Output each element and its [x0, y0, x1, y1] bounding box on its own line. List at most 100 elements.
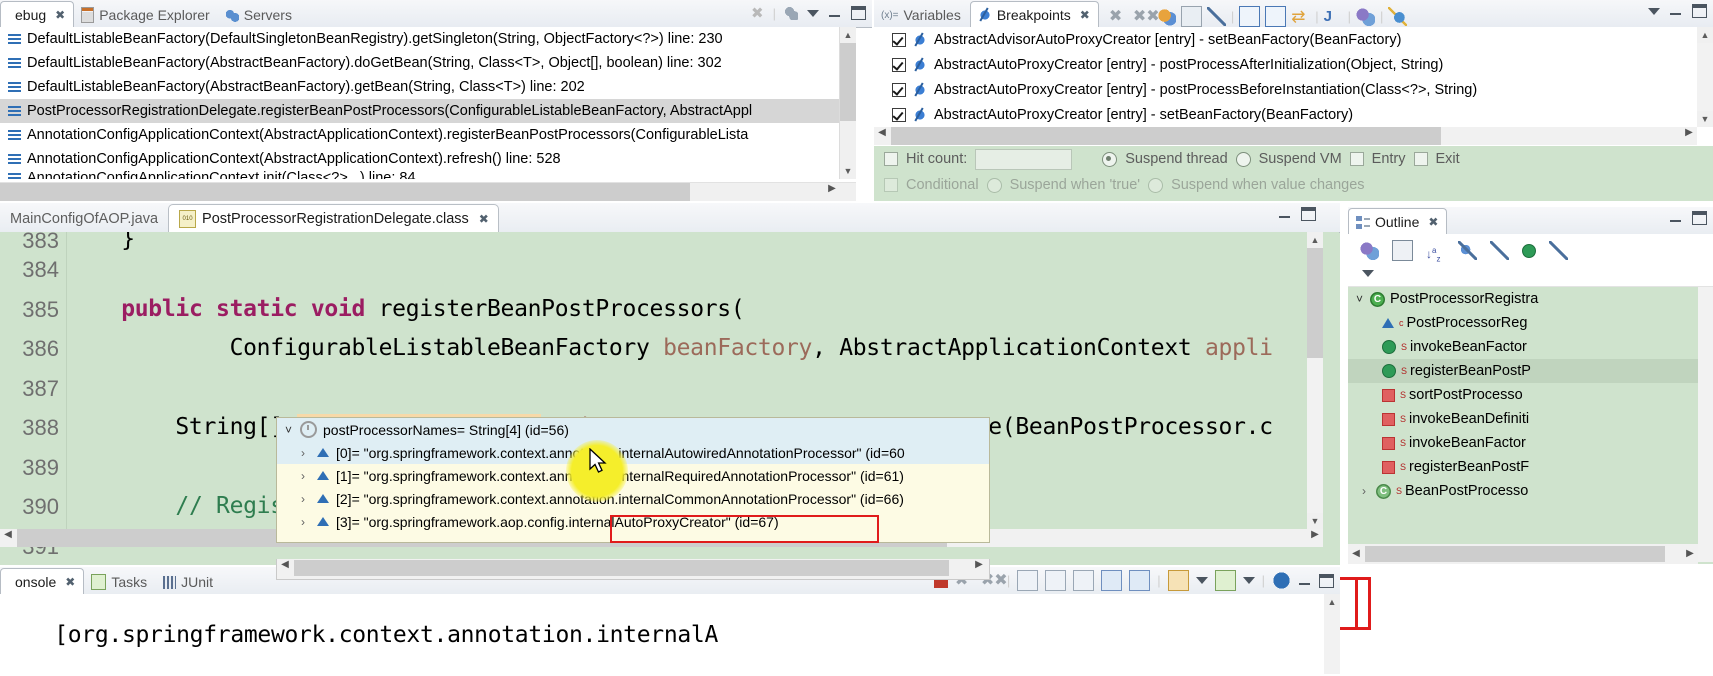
maximize-icon[interactable] [1301, 207, 1316, 221]
console-output[interactable]: [org.springframework.context.annotation.… [0, 594, 1340, 676]
stack-frame-row[interactable]: AnnotationConfigApplicationContext(Abstr… [0, 147, 856, 171]
stack-frame-row[interactable]: DefaultListableBeanFactory(AbstractBeanF… [0, 75, 856, 99]
minimize-icon[interactable] [1669, 5, 1683, 17]
exit-checkbox[interactable] [1413, 152, 1428, 166]
outline-item-method[interactable]: S sortPostProcesso [1348, 383, 1698, 407]
scroll-down-icon[interactable]: ▼ [1697, 111, 1713, 127]
minimize-icon[interactable] [828, 7, 842, 19]
view-menu-extra-icon[interactable] [785, 6, 798, 20]
breakpoints-horizontal-scrollbar[interactable]: ◀ ▶ [874, 127, 1697, 145]
breakpoint-row[interactable]: AbstractAutoProxyCreator [entry] - postP… [874, 52, 1697, 77]
outline-item-method[interactable]: S invokeBeanDefiniti [1348, 407, 1698, 431]
scrollbar-thumb[interactable] [840, 43, 856, 121]
stack-frame-row[interactable]: AnnotationConfigApplicationContext.init(… [0, 171, 856, 179]
tab-junit[interactable]: JUnit [156, 570, 222, 594]
focus-on-active-task-icon[interactable] [1360, 241, 1379, 260]
remove-breakpoint-icon[interactable]: ✖ [1109, 7, 1128, 26]
new-console-view-icon[interactable] [1214, 570, 1236, 591]
scroll-down-icon[interactable]: ▼ [840, 163, 856, 179]
scroll-down-icon[interactable]: ▼ [1307, 513, 1323, 529]
tab-breakpoints[interactable]: Breakpoints ✖ [969, 1, 1099, 28]
chevron-right-icon[interactable]: › [301, 446, 310, 460]
maximize-icon[interactable] [1692, 211, 1707, 225]
outline-item-method[interactable]: S invokeBeanFactor [1348, 335, 1698, 359]
minimize-icon[interactable] [1298, 575, 1312, 587]
inspect-popup-root-row[interactable]: ˅ postProcessorNames= String[4] (id=56) [277, 418, 989, 441]
outline-horizontal-scrollbar[interactable]: ◀ ▶ [1348, 544, 1698, 564]
scroll-left-icon[interactable]: ◀ [874, 127, 890, 145]
suspend-when-changes-radio[interactable] [1148, 177, 1164, 193]
scroll-right-icon[interactable]: ▶ [1681, 127, 1697, 145]
breakpoint-checkbox[interactable] [892, 57, 906, 72]
hide-fields-icon[interactable] [1458, 241, 1477, 260]
editor-overview-ruler[interactable] [1323, 232, 1339, 625]
scroll-left-icon[interactable]: ◀ [1348, 544, 1364, 564]
word-wrap-icon[interactable] [1073, 570, 1095, 591]
chevron-right-icon[interactable]: › [1362, 484, 1371, 498]
chevron-right-icon[interactable]: › [301, 515, 310, 529]
minimize-icon[interactable] [1278, 208, 1292, 220]
link-with-debug-view-icon[interactable] [1156, 7, 1176, 26]
minimize-icon[interactable] [1669, 212, 1683, 224]
new-console-menu-icon[interactable] [1242, 577, 1255, 584]
tab-servers[interactable]: Servers [219, 3, 301, 27]
outline-item-nested-class[interactable]: › C S BeanPostProcesso [1348, 479, 1698, 503]
scroll-up-icon[interactable]: ▲ [1697, 27, 1713, 43]
outline-item-method-selected[interactable]: S registerBeanPostP [1348, 359, 1698, 383]
maximize-icon[interactable] [1692, 4, 1707, 18]
tab-console[interactable]: onsole ✖ [0, 568, 85, 595]
breakpoint-checkbox[interactable] [892, 107, 906, 122]
scrollbar-thumb[interactable] [1307, 248, 1323, 358]
inspect-popup-horizontal-scrollbar[interactable]: ◀ ▶ [276, 559, 990, 580]
editor-tab-postprocessorregistrationdelegate[interactable]: 010 PostProcessorRegistrationDelegate.cl… [168, 204, 499, 233]
stack-frame-row[interactable]: DefaultListableBeanFactory(AbstractBeanF… [0, 51, 856, 75]
conditional-checkbox[interactable] [884, 178, 898, 192]
chevron-down-icon[interactable]: ˅ [285, 423, 294, 437]
pin-console-icon[interactable] [1101, 570, 1123, 591]
link-icon[interactable]: ⇄ [1291, 7, 1310, 26]
entry-checkbox[interactable] [1349, 152, 1364, 166]
chevron-right-icon[interactable]: › [301, 469, 310, 483]
sort-alphabetically-icon[interactable]: ↓az [1426, 241, 1445, 263]
collapse-all-icon[interactable] [1392, 240, 1413, 261]
view-menu-icon[interactable] [807, 9, 819, 17]
suspend-thread-radio[interactable] [1102, 151, 1118, 167]
scroll-right-icon[interactable]: ▶ [1682, 544, 1698, 564]
breakpoint-row[interactable]: AbstractAutoProxyCreator [entry] - postP… [874, 77, 1697, 102]
breakpoint-working-sets-icon[interactable] [1356, 7, 1375, 26]
open-console-icon[interactable] [1167, 570, 1189, 591]
inspect-popup-entry[interactable]: › [0]= "org.springframework.context.anno… [277, 441, 989, 464]
collapse-all-icon[interactable] [1265, 6, 1287, 27]
console-menu-icon[interactable] [1195, 577, 1208, 584]
chevron-right-icon[interactable]: › [301, 492, 310, 506]
tab-package-explorer[interactable]: Package Explorer [74, 3, 219, 27]
outline-vertical-scrollbar[interactable] [1698, 287, 1713, 562]
view-menu-icon[interactable] [1362, 270, 1374, 277]
expand-all-icon[interactable] [1239, 6, 1261, 27]
editor-vertical-scrollbar[interactable]: ▲ ▼ [1307, 232, 1323, 529]
scroll-up-icon[interactable]: ▲ [840, 27, 856, 43]
maximize-icon[interactable] [851, 6, 866, 20]
scroll-right-icon[interactable]: ▶ [824, 183, 840, 201]
scroll-left-icon[interactable]: ◀ [0, 529, 16, 547]
stack-frame-row[interactable]: AnnotationConfigApplicationContext(Abstr… [0, 123, 856, 147]
outline-item-method[interactable]: S invokeBeanFactor [1348, 431, 1698, 455]
debug-stack-list[interactable]: DefaultListableBeanFactory(DefaultSingle… [0, 27, 856, 179]
outline-item-method[interactable]: S registerBeanPostF [1348, 455, 1698, 479]
stack-frame-row[interactable]: DefaultListableBeanFactory(DefaultSingle… [0, 27, 856, 51]
scrollbar-thumb[interactable] [0, 183, 690, 201]
skip-all-breakpoints-icon[interactable] [1206, 7, 1226, 26]
scroll-up-icon[interactable]: ▲ [1324, 594, 1340, 610]
outline-item-class[interactable]: ˅ C PostProcessorRegistra [1348, 287, 1698, 311]
breakpoint-checkbox[interactable] [892, 82, 906, 97]
scrollbar-thumb[interactable] [294, 560, 949, 576]
stack-frame-row-selected[interactable]: PostProcessorRegistrationDelegate.regist… [0, 99, 856, 123]
outline-item-constructor[interactable]: c PostProcessorReg [1348, 311, 1698, 335]
view-menu-icon[interactable] [1648, 7, 1660, 15]
close-icon[interactable]: ✖ [479, 212, 489, 226]
hide-static-fields-icon[interactable] [1490, 241, 1509, 260]
suspend-when-true-radio[interactable] [986, 177, 1002, 193]
hit-count-checkbox[interactable] [884, 152, 898, 166]
close-icon[interactable]: ✖ [1428, 215, 1438, 229]
hide-non-public-members-icon[interactable] [1522, 243, 1536, 258]
